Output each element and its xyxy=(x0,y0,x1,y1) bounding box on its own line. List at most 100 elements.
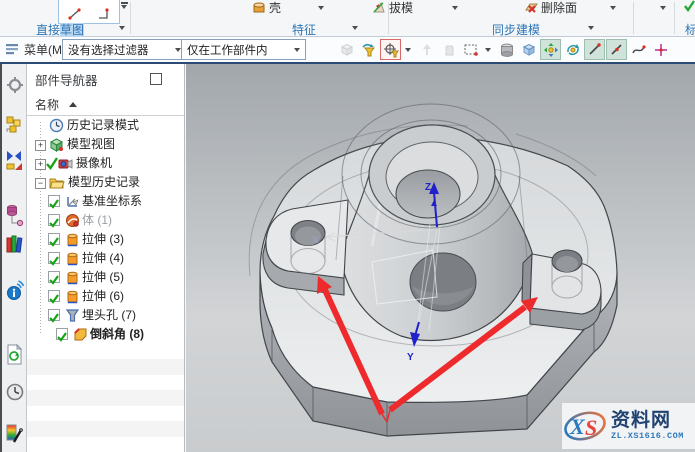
svg-text:S: S xyxy=(585,415,597,440)
assembly-navigator-icon[interactable] xyxy=(6,116,24,134)
group-label-direct-sketch: 直接草图 xyxy=(36,21,84,38)
tree-item-cameras[interactable]: + 摄像机 xyxy=(27,154,185,173)
delete-face-button[interactable]: 删除面 xyxy=(524,0,577,14)
clock-icon xyxy=(49,118,64,133)
selection-filter-dropdown[interactable]: 没有选择过滤器 xyxy=(62,39,187,60)
tree-item-extrude-3[interactable]: 拉伸 (3) xyxy=(27,230,185,249)
pan-view-button[interactable] xyxy=(540,39,561,60)
group-separator xyxy=(130,2,131,34)
tree-item-chamfer[interactable]: 倒斜角 (8) xyxy=(27,325,185,344)
history-document-icon[interactable] xyxy=(6,344,24,366)
body-icon xyxy=(65,213,80,228)
watermark-logo: X S xyxy=(562,405,610,447)
checkbox-checked[interactable] xyxy=(48,290,60,302)
rotate-view-button[interactable] xyxy=(562,39,583,60)
dropdown-arrow-icon[interactable] xyxy=(610,6,616,10)
group-dropdown-arrow-icon[interactable] xyxy=(352,26,358,30)
dropdown-arrow-icon[interactable] xyxy=(318,6,324,10)
collapse-minus-icon[interactable]: − xyxy=(35,178,46,189)
roles-palette-icon[interactable] xyxy=(6,422,24,448)
camera-icon xyxy=(58,156,73,171)
countersunk-hole-icon xyxy=(65,308,80,323)
translucency-button[interactable] xyxy=(518,39,539,60)
dropdown-arrow-button[interactable] xyxy=(482,39,493,60)
checkbox-checked[interactable] xyxy=(48,252,60,264)
pan-arrows-icon xyxy=(543,42,559,58)
selection-scope-dropdown[interactable]: 仅在工作部件内 xyxy=(181,39,306,60)
sort-ascending-icon xyxy=(69,102,77,107)
tree-item-model-history[interactable]: − 模型历史记录 xyxy=(27,173,185,192)
dropdown-arrow-icon[interactable] xyxy=(452,6,458,10)
selection-filter-button[interactable] xyxy=(380,39,401,60)
unpin-icon[interactable] xyxy=(150,73,162,85)
point-tool-button[interactable] xyxy=(650,39,671,60)
extrude-icon xyxy=(65,251,80,266)
settings-gear-icon[interactable] xyxy=(6,76,24,94)
gallery-more-icon[interactable] xyxy=(121,2,128,9)
ribbon: 壳 拔模 删除面 直接草图 特征 同步建模 标 xyxy=(0,0,695,37)
tree-item-extrude-5[interactable]: 拉伸 (5) xyxy=(27,268,185,287)
web-browser-info-icon[interactable] xyxy=(6,280,24,302)
move-button[interactable] xyxy=(416,39,437,60)
draft-button[interactable]: 拔模 xyxy=(372,0,413,14)
check-mark-icon xyxy=(684,0,695,12)
group-dropdown-arrow-icon[interactable] xyxy=(588,26,594,30)
history-clock-icon[interactable] xyxy=(6,382,24,404)
drag-button[interactable] xyxy=(438,39,459,60)
tree-item-body[interactable]: 体 (1) xyxy=(27,211,185,230)
check-mark-icon xyxy=(57,332,67,342)
viewport-3d[interactable]: X Z Y xyxy=(186,64,695,452)
expand-plus-icon[interactable]: + xyxy=(35,140,46,151)
expand-plus-icon[interactable]: + xyxy=(35,159,46,170)
group-dropdown-arrow-icon[interactable] xyxy=(119,26,125,30)
profile-sketch-icon xyxy=(96,6,112,22)
check-mark-icon xyxy=(49,256,59,266)
checkbox-checked[interactable] xyxy=(48,271,60,283)
axis-y-label: Y xyxy=(407,352,414,363)
graphics-window[interactable]: X Z Y xyxy=(186,64,695,452)
name-column-header[interactable]: 名称 xyxy=(27,94,184,116)
tree-item-model-views[interactable]: + 模型视图 xyxy=(27,135,185,154)
shell-icon xyxy=(252,0,266,14)
watermark-site-name: 资料网 xyxy=(611,411,684,430)
constraint-navigator-icon[interactable] xyxy=(6,148,24,174)
point-icon xyxy=(653,42,669,58)
tree-item-extrude-6[interactable]: 拉伸 (6) xyxy=(27,287,185,306)
checkbox-checked[interactable] xyxy=(48,195,60,207)
axis-x-label: X xyxy=(312,235,319,246)
spline-tool-button[interactable] xyxy=(628,39,649,60)
spline-icon xyxy=(631,42,647,58)
datum-csys-icon xyxy=(65,194,80,209)
line-tool-button[interactable] xyxy=(584,39,605,60)
part-navigator-panel: 部件导航器 名称 历史记录模式 + 模型视图 + 摄像机 − 模型历史记录 xyxy=(27,64,185,452)
tree-item-countersunk-hole[interactable]: 埋头孔 (7) xyxy=(27,306,185,325)
tree-item-history-mode[interactable]: 历史记录模式 xyxy=(27,116,185,135)
group-label-clipped: 标 xyxy=(685,21,695,38)
tree-item-datum-csys[interactable]: 基准坐标系 xyxy=(27,192,185,211)
part-navigator-icon[interactable] xyxy=(6,204,24,228)
dropdown-arrow-button[interactable] xyxy=(402,39,413,60)
group-separator xyxy=(388,2,389,34)
tree-item-extrude-4[interactable]: 拉伸 (4) xyxy=(27,249,185,268)
shell-button[interactable]: 壳 xyxy=(252,0,281,14)
model-views-icon xyxy=(49,137,64,152)
translucent-cube-icon xyxy=(521,42,537,58)
draft-icon xyxy=(372,0,386,14)
checkbox-checked[interactable] xyxy=(48,214,60,226)
check-mark-icon xyxy=(46,156,58,171)
extrude-icon xyxy=(65,232,80,247)
checkbox-checked[interactable] xyxy=(48,309,60,321)
reuse-library-icon[interactable] xyxy=(6,234,24,256)
check-mark-icon xyxy=(49,313,59,323)
delete-face-icon xyxy=(524,0,538,14)
nx-application-window: 壳 拔模 删除面 直接草图 特征 同步建模 标 菜单(M) xyxy=(0,0,695,452)
snap-funnel-icon xyxy=(361,42,377,58)
line-tool-2-button[interactable] xyxy=(606,39,627,60)
snap-point-button[interactable] xyxy=(358,39,379,60)
shaded-display-button[interactable] xyxy=(496,39,517,60)
rectangle-select-button[interactable] xyxy=(460,39,481,60)
checkbox-checked[interactable] xyxy=(48,233,60,245)
dropdown-arrow-icon[interactable] xyxy=(660,6,666,10)
checkbox-checked[interactable] xyxy=(56,328,68,340)
assemblies-button[interactable] xyxy=(336,39,357,60)
